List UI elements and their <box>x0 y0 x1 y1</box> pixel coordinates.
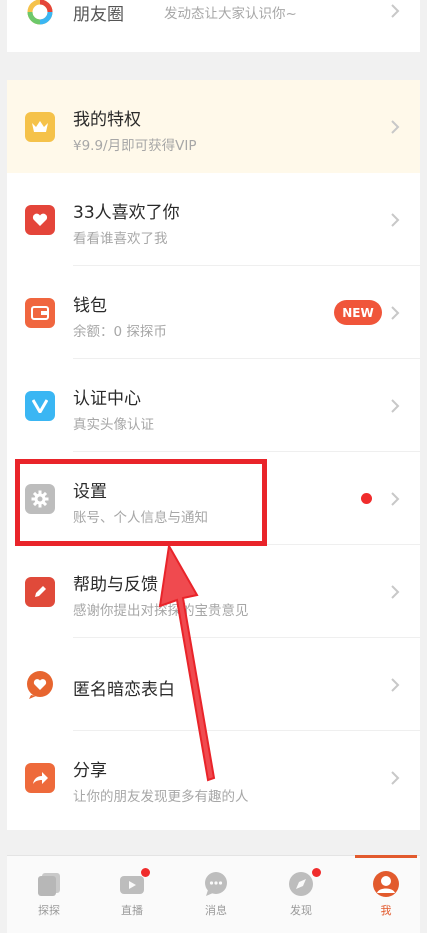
verify-subtitle: 真实头像认证 <box>73 417 154 433</box>
heart-icon <box>25 205 55 235</box>
heart-bubble-icon <box>25 670 55 700</box>
menu-item-wallet[interactable]: 钱包 余额：0 探探币 NEW <box>7 266 420 359</box>
chevron-right-icon <box>391 399 400 413</box>
privilege-subtitle: ¥9.9/月即可获得VIP <box>73 138 197 154</box>
share-arrow-icon <box>25 763 55 793</box>
tab-label: 发现 <box>290 904 312 917</box>
chevron-right-icon <box>391 678 400 692</box>
share-title: 分享 <box>73 761 107 781</box>
annotation-arrow <box>158 543 216 782</box>
moments-row[interactable]: 朋友圈 发动态让大家认识你~ <box>7 0 420 52</box>
verify-v-icon <box>25 391 55 421</box>
chevron-right-icon <box>391 213 400 227</box>
wallet-subtitle: 余额：0 探探币 <box>73 324 167 340</box>
chevron-right-icon <box>391 771 400 785</box>
menu-item-likes[interactable]: 33人喜欢了你 看看谁喜欢了我 <box>7 173 420 266</box>
highlight-box <box>15 459 267 546</box>
tab-messages[interactable]: 消息 <box>183 856 249 926</box>
bottom-tab-bar: 探探 直播 消息 发现 我 <box>7 855 420 933</box>
chevron-right-icon <box>391 492 400 506</box>
moments-ring-icon <box>25 0 55 27</box>
tab-label: 直播 <box>121 904 143 917</box>
likes-title: 33人喜欢了你 <box>73 203 180 223</box>
settings-notification-dot <box>361 493 372 504</box>
new-badge: NEW <box>334 300 382 325</box>
chevron-right-icon <box>391 120 400 134</box>
verify-title: 认证中心 <box>73 389 141 409</box>
menu-item-verify[interactable]: 认证中心 真实头像认证 <box>7 359 420 452</box>
chevron-right-icon <box>391 585 400 599</box>
likes-subtitle: 看看谁喜欢了我 <box>73 231 168 247</box>
tab-live[interactable]: 直播 <box>99 856 165 926</box>
tab-me[interactable]: 我 <box>353 856 419 926</box>
moments-subtitle: 发动态让大家认识你~ <box>164 6 297 22</box>
tab-label: 探探 <box>38 904 60 917</box>
chevron-right-icon <box>391 4 400 18</box>
tab-discover[interactable]: 发现 <box>268 856 334 926</box>
live-notification-dot <box>141 868 150 877</box>
crown-icon <box>25 112 55 142</box>
tab-tantan[interactable]: 探探 <box>16 856 82 926</box>
help-title: 帮助与反馈 <box>73 575 158 595</box>
wallet-icon <box>25 298 55 328</box>
tab-label: 我 <box>380 904 392 917</box>
chat-bubble-icon <box>205 872 227 896</box>
chevron-right-icon <box>391 306 400 320</box>
menu-item-privilege[interactable]: 我的特权 ¥9.9/月即可获得VIP <box>7 80 420 173</box>
tab-label: 消息 <box>205 904 227 917</box>
discover-notification-dot <box>312 868 321 877</box>
cards-icon <box>38 873 60 896</box>
compass-icon <box>289 872 313 896</box>
moments-title: 朋友圈 <box>73 5 124 25</box>
moments-card: 朋友圈 发动态让大家认识你~ <box>7 0 420 52</box>
privilege-title: 我的特权 <box>73 110 141 130</box>
profile-avatar-icon <box>373 871 399 897</box>
wallet-title: 钱包 <box>73 296 107 316</box>
pencil-icon <box>25 577 55 607</box>
